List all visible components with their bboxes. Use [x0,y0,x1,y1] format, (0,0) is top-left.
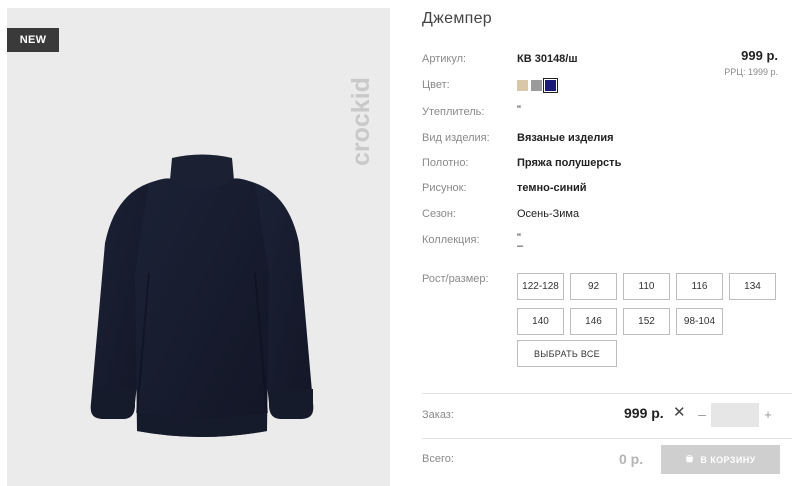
collection-value-dash: – [517,240,524,252]
product-price: 999 р. [741,48,778,63]
divider [422,393,792,394]
select-all-sizes-button[interactable]: ВЫБРАТЬ ВСЕ [517,340,617,367]
total-value: 0 р. [619,451,644,467]
size-option[interactable]: 134 [729,273,776,300]
cart-icon [686,455,694,463]
article-label: Артикул: [422,53,467,65]
size-option[interactable]: 140 [517,308,564,335]
quantity-decrement-button[interactable]: – [694,404,710,424]
product-image-panel: NEW crockid [7,8,390,486]
size-options: 122-128 92 110 116 134 140 146 152 98-10… [517,273,787,335]
sweater-image [90,154,314,437]
size-option[interactable]: 152 [623,308,670,335]
insulation-value: " [517,104,521,116]
add-to-cart-button[interactable]: В КОРЗИНУ [661,445,780,474]
product-type-value: Вязаные изделия [517,132,614,144]
size-option[interactable]: 122-128 [517,273,564,300]
insulation-label: Утеплитель: [422,106,485,118]
season-value: Осень-Зима [517,208,580,220]
pattern-label: Рисунок: [422,182,467,194]
product-type-label: Вид изделия: [422,132,490,144]
brand-logo: crockid [347,77,375,166]
size-option[interactable]: 116 [676,273,723,300]
quantity-input[interactable] [711,403,759,427]
product-title: Джемпер [422,10,492,27]
quantity-increment-button[interactable]: + [760,404,776,424]
new-badge: NEW [7,28,59,52]
fabric-value: Пряжа полушерсть [517,157,622,169]
size-label: Рост/размер: [422,273,489,285]
order-label: Заказ: [422,409,454,421]
color-swatches [517,78,558,93]
total-label: Всего: [422,453,454,465]
color-swatch-navy[interactable] [543,78,558,93]
color-label: Цвет: [422,79,450,91]
pattern-value: темно-синий [517,182,587,194]
brand-logo-text: crockid [347,77,375,166]
color-swatch-gray[interactable] [531,80,542,91]
size-option[interactable]: 92 [570,273,617,300]
fabric-label: Полотно: [422,157,469,169]
collection-label: Коллекция: [422,234,480,246]
season-label: Сезон: [422,208,456,220]
times-icon: ✕ [673,404,686,421]
add-to-cart-label: В КОРЗИНУ [700,454,756,465]
size-option[interactable]: 110 [623,273,670,300]
color-swatch-beige[interactable] [517,80,528,91]
divider [422,438,792,439]
order-price: 999 р. [624,405,664,421]
size-option[interactable]: 98-104 [676,308,723,335]
article-value: КВ 30148/ш [517,53,578,65]
size-option[interactable]: 146 [570,308,617,335]
product-rrp: РРЦ: 1999 р. [724,67,778,77]
product-info: Джемпер 999 р. РРЦ: 1999 р. Артикул: КВ … [422,0,792,486]
